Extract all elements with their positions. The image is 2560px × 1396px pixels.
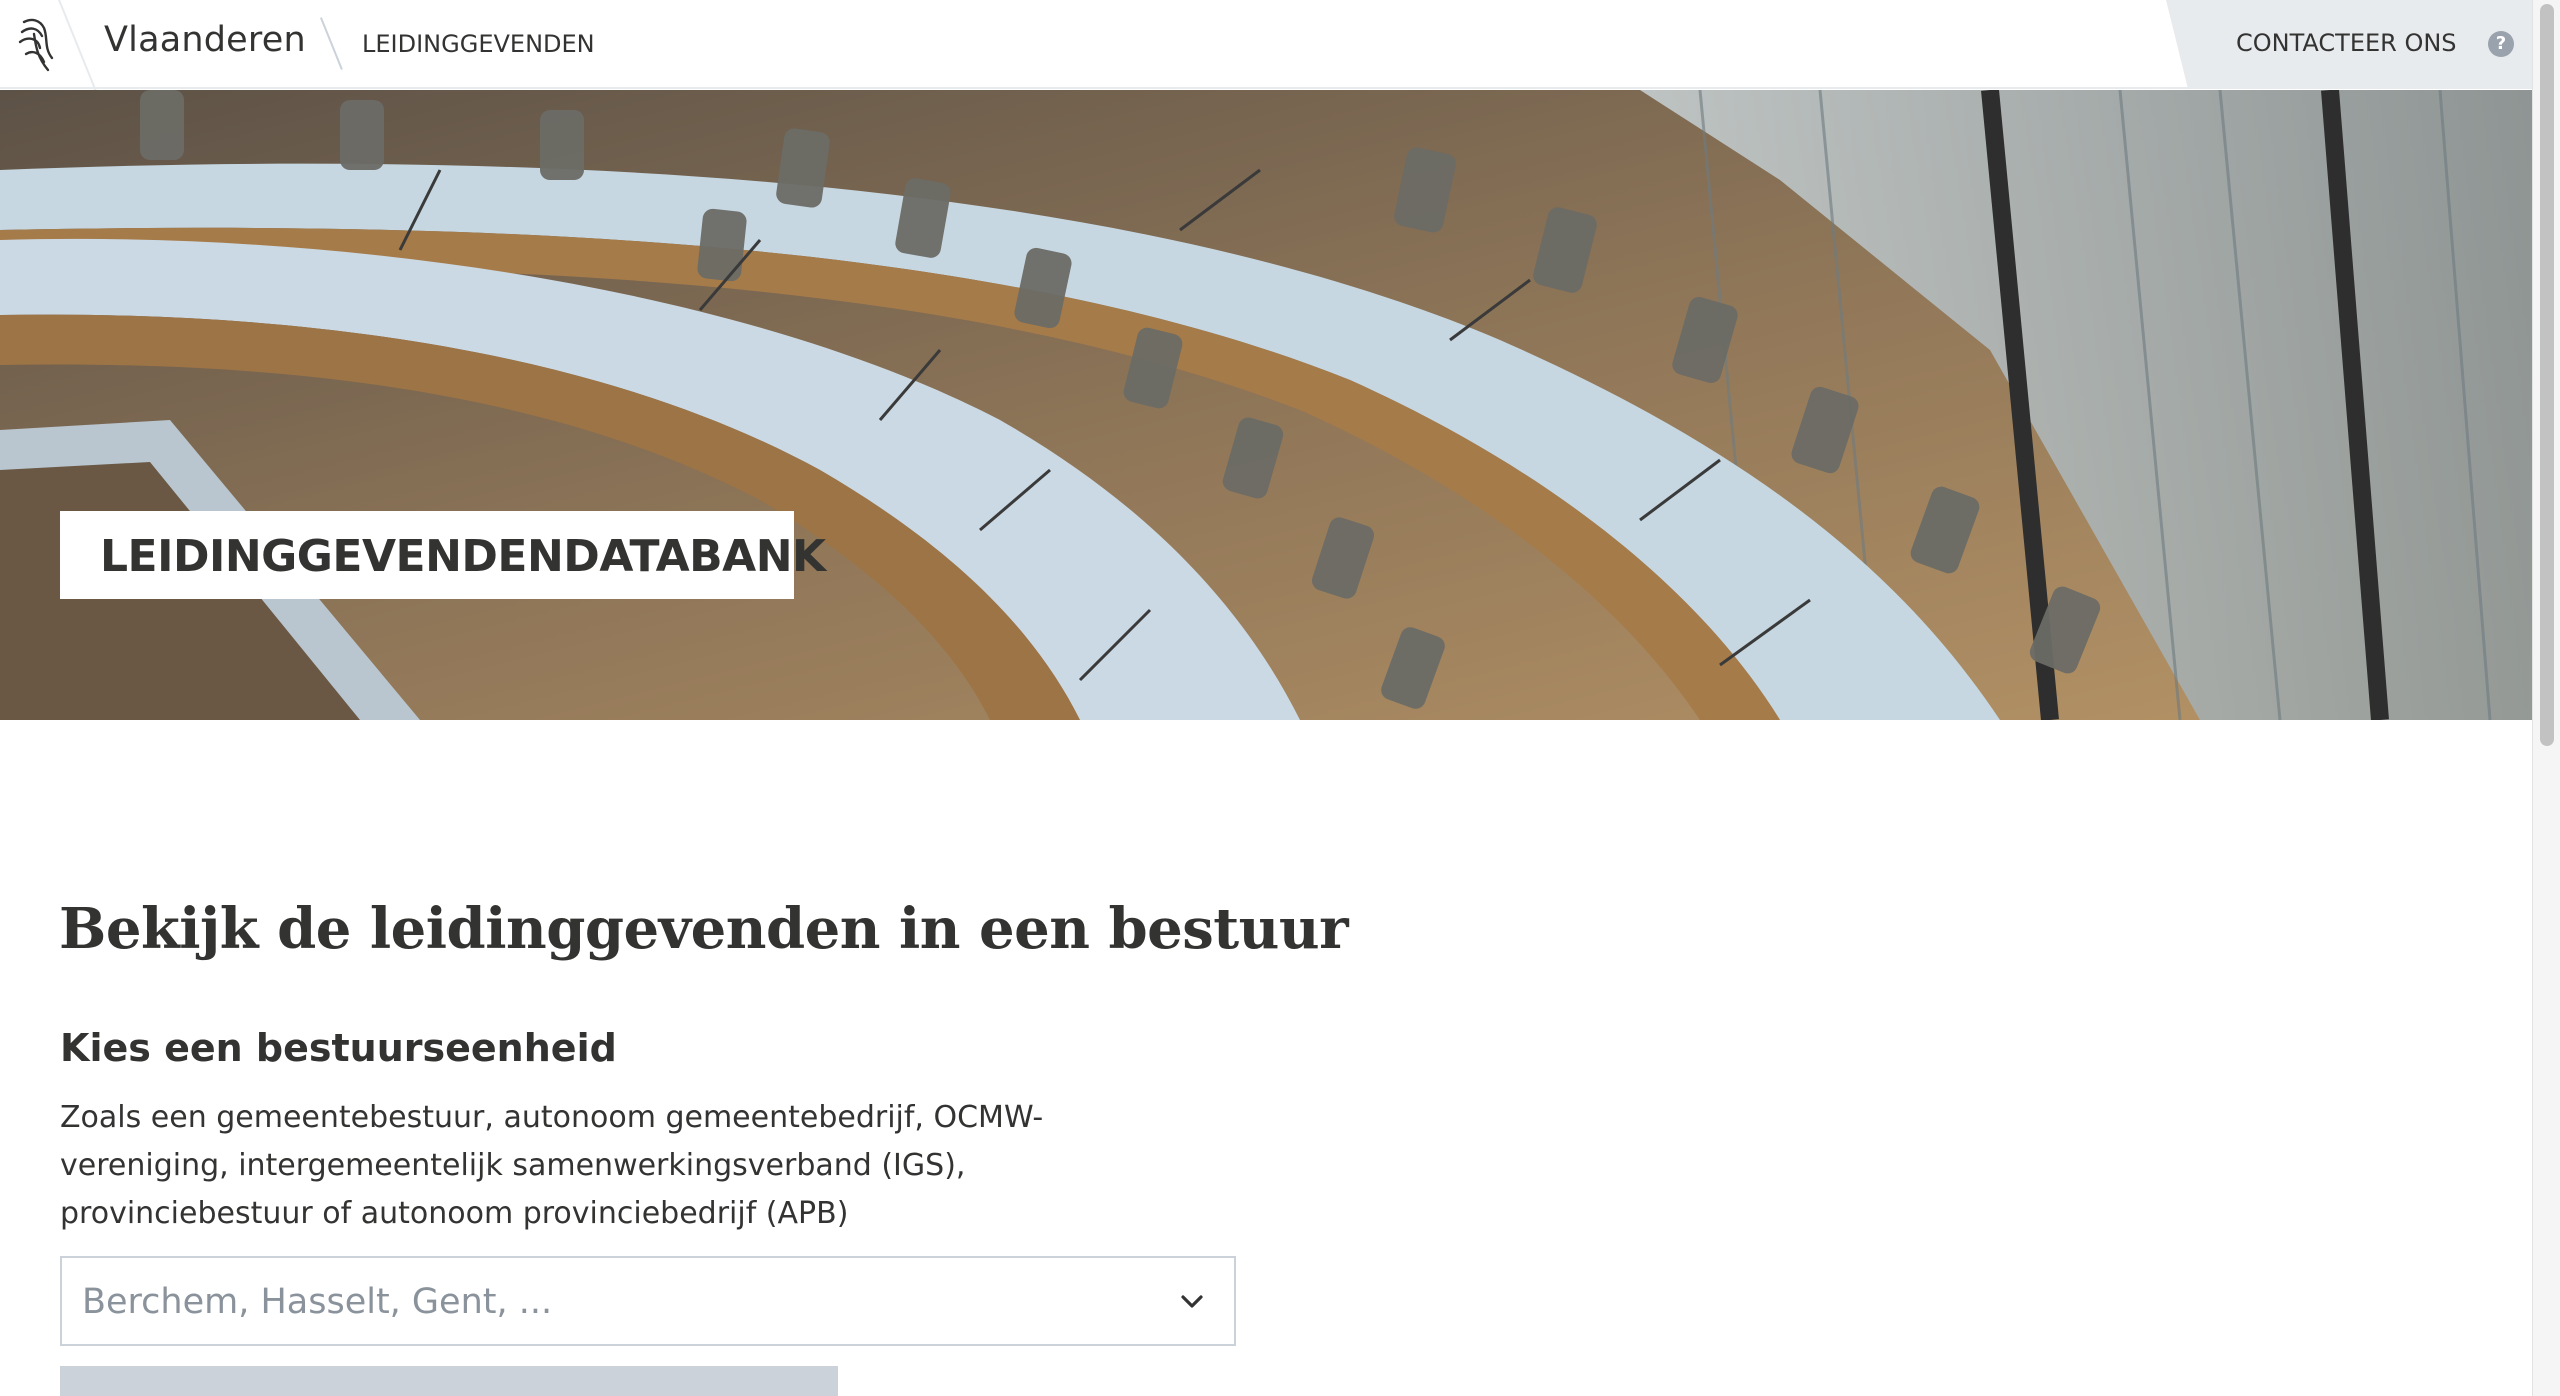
contact-button[interactable]: CONTACTEER ONS ? bbox=[2166, 0, 2532, 89]
page-title: Bekijk de leidinggevenden in een bestuur bbox=[59, 896, 1349, 962]
breadcrumb-leidinggevenden[interactable]: LEIDINGGEVENDEN bbox=[362, 30, 595, 58]
brand-name[interactable]: Vlaanderen bbox=[104, 20, 306, 60]
breadcrumb-divider bbox=[320, 17, 343, 70]
bestuurseenheid-select[interactable]: Berchem, Hasselt, Gent, ... bbox=[60, 1256, 1236, 1346]
contact-label: CONTACTEER ONS bbox=[2236, 29, 2457, 57]
flemish-lion-icon[interactable] bbox=[14, 14, 62, 76]
scrollbar-thumb[interactable] bbox=[2540, 4, 2554, 746]
logo-divider bbox=[58, 0, 102, 102]
hero-title: LEIDINGGEVENDENDATABANK bbox=[100, 531, 826, 582]
site-header: Vlaanderen LEIDINGGEVENDEN CONTACTEER ON… bbox=[0, 0, 2532, 102]
submit-button[interactable] bbox=[60, 1366, 838, 1396]
hero-title-box: LEIDINGGEVENDENDATABANK bbox=[60, 511, 826, 599]
scrollbar[interactable] bbox=[2532, 0, 2560, 1396]
select-placeholder: Berchem, Hasselt, Gent, ... bbox=[82, 1282, 553, 1322]
select-label: Kies een bestuurseenheid bbox=[60, 1026, 617, 1070]
chevron-down-icon[interactable] bbox=[1178, 1288, 1206, 1316]
help-icon: ? bbox=[2488, 31, 2514, 57]
hero-banner: LEIDINGGEVENDENDATABANK bbox=[0, 90, 2532, 720]
council-chamber-photo bbox=[0, 90, 2532, 720]
select-description: Zoals een gemeentebestuur, autonoom geme… bbox=[60, 1100, 1044, 1231]
